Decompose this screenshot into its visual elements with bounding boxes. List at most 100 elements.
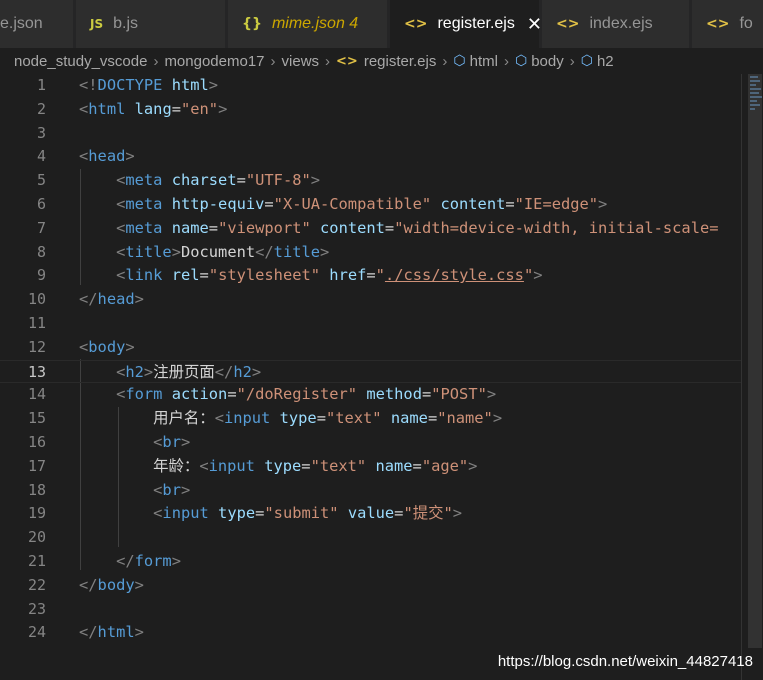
code-line[interactable]: 2 <html lang="en"> — [0, 98, 741, 122]
code-line[interactable]: 23 — [0, 598, 741, 622]
code-text[interactable]: <title>Document</title> — [79, 241, 329, 265]
tab-mime-json[interactable]: {} mime.json 4 — [228, 0, 388, 48]
code-text[interactable]: <br> — [79, 479, 190, 503]
close-icon[interactable]: ✕ — [527, 14, 542, 35]
code-text[interactable]: <link rel="stylesheet" href="./css/style… — [79, 264, 542, 288]
code-token: = — [316, 409, 326, 428]
line-number[interactable]: 3 — [0, 122, 46, 146]
code-line[interactable]: 7 <meta name="viewport" content="width=d… — [0, 217, 741, 241]
code-line[interactable]: 11 — [0, 312, 741, 336]
code-text[interactable]: <form action="/doRegister" method="POST"… — [79, 383, 496, 407]
code-token: "age" — [421, 456, 469, 475]
code-text[interactable]: <meta name="viewport" content="width=dev… — [79, 217, 718, 241]
line-number[interactable]: 23 — [0, 598, 46, 622]
line-number[interactable]: 6 — [0, 193, 46, 217]
vertical-scrollbar[interactable] — [741, 74, 763, 680]
line-number[interactable]: 10 — [0, 288, 46, 312]
code-line[interactable]: 3 — [0, 122, 741, 146]
line-number[interactable]: 15 — [0, 407, 46, 431]
code-line[interactable]: 12 <body> — [0, 336, 741, 360]
ejs-icon: <> — [556, 16, 580, 32]
code-text[interactable]: </body> — [79, 574, 144, 598]
code-line[interactable]: 22 </body> — [0, 574, 741, 598]
code-text[interactable]: <html lang="en"> — [79, 98, 227, 122]
code-text[interactable]: <body> — [79, 336, 135, 360]
tab-e-json[interactable]: e.json — [0, 0, 74, 48]
scrollbar-thumb[interactable] — [748, 74, 762, 648]
line-number[interactable]: 1 — [0, 74, 46, 98]
line-number[interactable]: 5 — [0, 169, 46, 193]
element-cube-icon: ⬡ — [580, 53, 593, 69]
code-token: 注册页面 — [153, 362, 215, 381]
line-number[interactable]: 17 — [0, 455, 46, 479]
code-token: rel — [171, 266, 200, 285]
line-number[interactable]: 22 — [0, 574, 46, 598]
breadcrumb-item[interactable]: mongodemo17 — [164, 53, 264, 70]
code-text[interactable]: </html> — [79, 621, 144, 645]
code-line[interactable]: 18 <br> — [0, 479, 741, 503]
line-number[interactable]: 4 — [0, 145, 46, 169]
code-line[interactable]: 21 </form> — [0, 550, 741, 574]
code-line[interactable]: 6 <meta http-equiv="X-UA-Compatible" con… — [0, 193, 741, 217]
code-line[interactable]: 17 年龄：<input type="text" name="age"> — [0, 455, 741, 479]
code-text[interactable]: </form> — [79, 550, 181, 574]
tab-index-ejs[interactable]: <> index.ejs — [542, 0, 690, 48]
code-line[interactable]: 5 <meta charset="UTF-8"> — [0, 169, 741, 193]
line-number[interactable]: 19 — [0, 502, 46, 526]
code-token: h2 — [125, 362, 144, 381]
code-line[interactable]: 10 </head> — [0, 288, 741, 312]
code-text[interactable]: 年龄：<input type="text" name="age"> — [79, 455, 477, 479]
breadcrumb-item[interactable]: node_study_vscode — [14, 53, 147, 70]
code-line[interactable]: 1 <!DOCTYPE html> — [0, 74, 741, 98]
line-number[interactable]: 14 — [0, 383, 46, 407]
line-number[interactable]: 12 — [0, 336, 46, 360]
code-line[interactable]: 4 <head> — [0, 145, 741, 169]
code-line[interactable]: 24 </html> — [0, 621, 741, 645]
tab-fo[interactable]: <> fo — [692, 0, 763, 48]
breadcrumb-item[interactable]: views — [282, 53, 320, 70]
code-token: href — [329, 266, 367, 285]
code-line[interactable]: 16 <br> — [0, 431, 741, 455]
line-number[interactable]: 8 — [0, 241, 46, 265]
line-number[interactable]: 13 — [0, 361, 46, 385]
code-editor[interactable]: 1 <!DOCTYPE html> 2 <html lang="en"> 3 4 <head… — [0, 74, 741, 680]
breadcrumb-item[interactable]: h2 — [597, 53, 614, 70]
line-number[interactable]: 16 — [0, 431, 46, 455]
code-text[interactable]: <meta http-equiv="X-UA-Compatible" conte… — [79, 193, 607, 217]
code-token: body — [97, 575, 135, 594]
code-text[interactable]: <input type="submit" value="提交"> — [79, 502, 462, 526]
code-line[interactable]: 13 <h2>注册页面</h2> — [0, 359, 741, 385]
tab-b-js[interactable]: JS b.js — [76, 0, 226, 48]
code-line[interactable]: 20 — [0, 526, 741, 550]
line-number[interactable]: 18 — [0, 479, 46, 503]
code-line[interactable]: 15 用户名：<input type="text" name="name"> — [0, 407, 741, 431]
code-token: Document — [180, 242, 256, 261]
breadcrumb-item[interactable]: body — [531, 53, 564, 70]
line-number[interactable]: 2 — [0, 98, 46, 122]
tab-register-ejs[interactable]: <> register.ejs ✕ — [390, 0, 542, 48]
code-text[interactable]: <br> — [79, 431, 190, 455]
code-line[interactable]: 14 <form action="/doRegister" method="PO… — [0, 383, 741, 407]
code-line[interactable]: 8 <title>Document</title> — [0, 241, 741, 265]
line-number[interactable]: 24 — [0, 621, 46, 645]
breadcrumb-item[interactable]: html — [470, 53, 498, 70]
code-text[interactable]: <!DOCTYPE html> — [79, 74, 218, 98]
line-number[interactable]: 7 — [0, 217, 46, 241]
breadcrumb-item[interactable]: register.ejs — [364, 53, 437, 70]
line-number[interactable]: 9 — [0, 264, 46, 288]
line-number[interactable]: 21 — [0, 550, 46, 574]
code-text[interactable]: <h2>注册页面</h2> — [79, 361, 261, 385]
line-number[interactable]: 20 — [0, 526, 46, 550]
minimap[interactable] — [750, 76, 762, 126]
code-text[interactable]: <head> — [79, 145, 135, 169]
code-line[interactable]: 9 <link rel="stylesheet" href="./css/sty… — [0, 264, 741, 288]
code-text[interactable]: 用户名：<input type="text" name="name"> — [79, 407, 502, 431]
code-text[interactable]: <meta charset="UTF-8"> — [79, 169, 320, 193]
line-number[interactable]: 11 — [0, 312, 46, 336]
code-line[interactable]: 19 <input type="submit" value="提交"> — [0, 502, 741, 526]
tab-label: mime.json 4 — [271, 15, 359, 32]
code-text[interactable]: </head> — [79, 288, 144, 312]
